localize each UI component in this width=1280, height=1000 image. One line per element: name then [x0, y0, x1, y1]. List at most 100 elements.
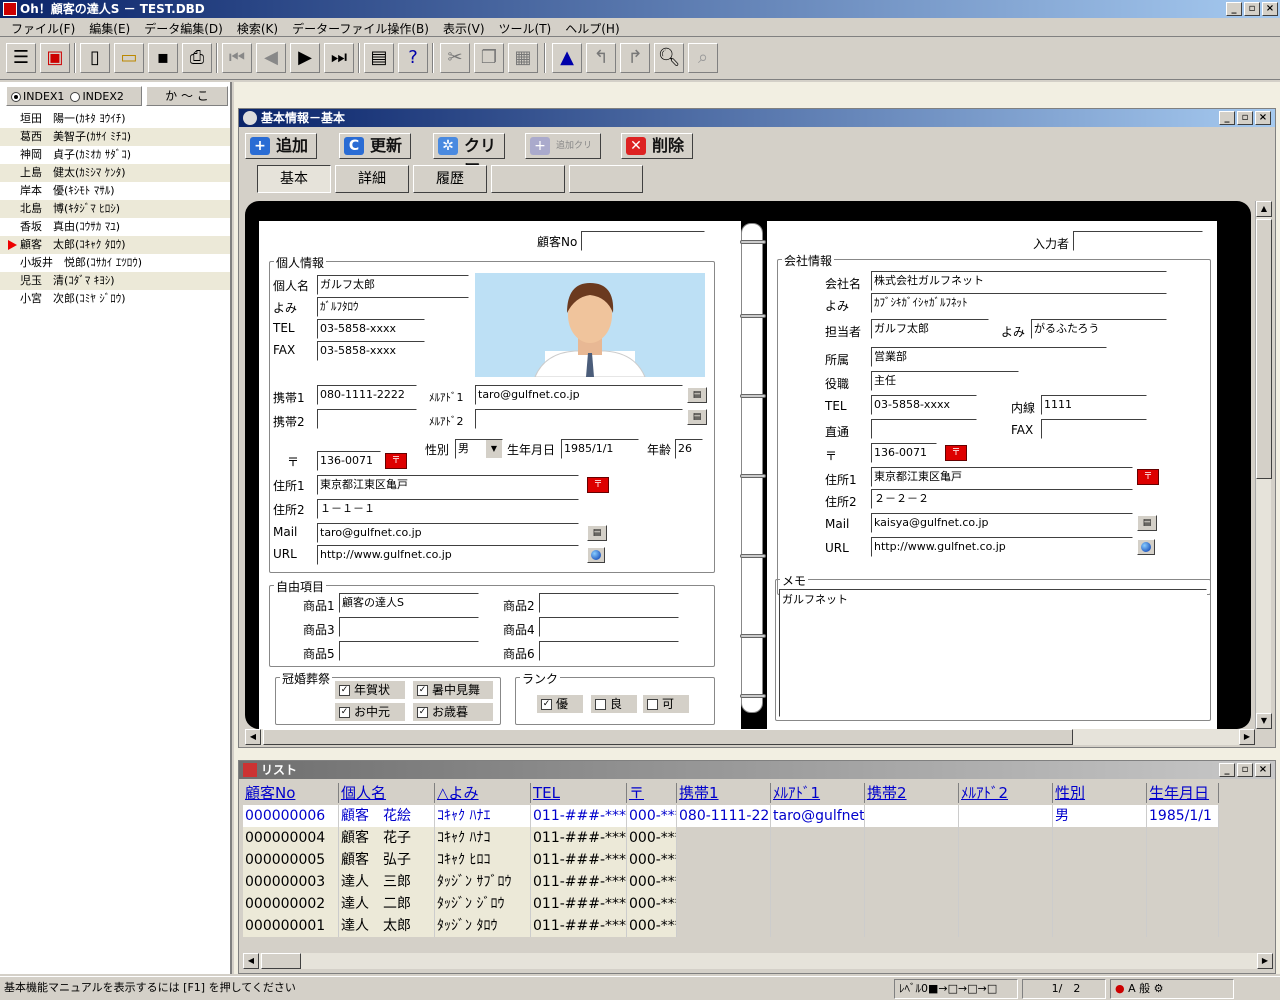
age-field[interactable]: 26 [675, 439, 703, 459]
addr1-field[interactable]: 東京都江東区亀戸 [317, 475, 579, 495]
chevron-down-icon[interactable]: ▼ [486, 440, 502, 458]
tab-detail[interactable]: 詳細 [335, 165, 409, 193]
index1-radio[interactable]: INDEX1 [11, 90, 64, 103]
dept-field[interactable]: 営業部 [871, 347, 1107, 367]
customer-list-item[interactable]: 児玉 清(ｺﾀﾞﾏ ｷﾖｼ) [0, 272, 230, 290]
update-button[interactable]: C 更新 [339, 133, 411, 159]
checkbox-rank[interactable]: 可 [643, 695, 689, 713]
company-field[interactable]: 株式会社ガルフネット [871, 271, 1167, 291]
company-globe-icon[interactable] [1137, 539, 1155, 555]
menu-item[interactable]: 検索(K) [230, 18, 285, 36]
table-cell[interactable]: 011-###-**** [531, 915, 627, 937]
fax-field[interactable]: 03-5858-xxxx [317, 341, 425, 361]
table-cell[interactable]: 顧客 弘子 [339, 849, 435, 871]
list-scroll-thumb[interactable] [261, 953, 301, 969]
table-cell[interactable] [677, 871, 771, 893]
table-cell[interactable] [959, 915, 1053, 937]
menu-item[interactable]: ファイル(F) [4, 18, 82, 36]
table-cell[interactable]: 男 [1053, 805, 1147, 827]
table-cell[interactable] [865, 871, 959, 893]
table-cell[interactable]: 011-###-**** [531, 805, 627, 827]
table-cell[interactable] [1147, 849, 1219, 871]
checkbox-ceremony[interactable]: ✓ お中元 [335, 703, 405, 721]
zip-field[interactable]: 136-0071 [317, 451, 381, 471]
jump-back-icon[interactable]: ↰ [586, 43, 616, 73]
menu-item[interactable]: 編集(E) [82, 18, 137, 36]
checkbox-ceremony[interactable]: ✓ お歳暮 [413, 703, 493, 721]
table-cell[interactable]: 顧客 花子 [339, 827, 435, 849]
scroll-up-icon[interactable]: ▲ [1256, 201, 1272, 217]
delete-button[interactable]: ✕ 削除 [621, 133, 693, 159]
ext-field[interactable]: 1111 [1041, 395, 1147, 415]
print-icon[interactable]: ⎙ [182, 43, 212, 73]
scroll-right-icon[interactable]: ▶ [1239, 729, 1255, 745]
cmail-field[interactable]: kaisya@gulfnet.co.jp [871, 513, 1133, 533]
table-cell[interactable]: 000000005 [243, 849, 339, 871]
czip-lookup-icon[interactable]: 〒 [945, 445, 967, 461]
kana-range-button[interactable]: か ～ こ [146, 86, 228, 106]
cut-icon[interactable]: ✂ [440, 43, 470, 73]
basic-maximize-button[interactable]: ▫ [1237, 111, 1253, 125]
ctel-field[interactable]: 03-5858-xxxx [871, 395, 977, 415]
jump-forward-icon[interactable]: ↱ [620, 43, 650, 73]
open-folder-icon[interactable]: ▭ [114, 43, 144, 73]
copy-icon[interactable]: ❐ [474, 43, 504, 73]
customer-list-item[interactable]: 小坂井 悦郎(ｺｻｶｲ ｴﾂﾛｳ) [0, 254, 230, 272]
table-cell[interactable]: 達人 三郎 [339, 871, 435, 893]
table-cell[interactable] [771, 893, 865, 915]
menu-item[interactable]: データーファイル操作(B) [285, 18, 436, 36]
table-cell[interactable] [771, 849, 865, 871]
table-cell[interactable] [1147, 893, 1219, 915]
table-cell[interactable]: 1985/1/1 [1147, 805, 1219, 827]
table-cell[interactable]: 000-***8-xxxx [627, 805, 677, 827]
customer-list-item[interactable]: 香坂 真由(ｺｳｻｶ ﾏﾕ) [0, 218, 230, 236]
table-cell[interactable]: ﾀｯｼﾞﾝ ｼﾞﾛｳ [435, 893, 531, 915]
table-cell[interactable] [865, 827, 959, 849]
table-cell[interactable]: 011-###-**** [531, 893, 627, 915]
table-cell[interactable] [677, 849, 771, 871]
addr1-map-icon[interactable]: 〒 [587, 477, 609, 493]
browser-globe-icon[interactable] [587, 547, 605, 563]
mobile2-field[interactable] [317, 409, 417, 429]
list-column-header[interactable]: TEL [531, 783, 627, 803]
curl-field[interactable]: http://www.gulfnet.co.jp [871, 537, 1133, 557]
table-cell[interactable]: 000000001 [243, 915, 339, 937]
search-next-icon[interactable]: ⌕ [688, 43, 718, 73]
table-cell[interactable] [865, 893, 959, 915]
table-cell[interactable] [1147, 915, 1219, 937]
list-column-header[interactable]: 生年月日 [1147, 783, 1219, 803]
add-button[interactable]: + 追加 [245, 133, 317, 159]
mail2-field[interactable] [475, 409, 683, 429]
table-cell[interactable]: ﾀｯｼﾞﾝ ｻﾌﾞﾛｳ [435, 871, 531, 893]
list-column-header[interactable]: 顧客No [243, 783, 339, 803]
table-cell[interactable] [1147, 871, 1219, 893]
customer-list-item[interactable]: 神岡 貞子(ｶﾐｵｶ ｻﾀﾞｺ) [0, 146, 230, 164]
prod1-field[interactable]: 顧客の達人S [339, 593, 479, 613]
table-cell[interactable]: 080-1111-2222 [677, 805, 771, 827]
checkbox-ceremony[interactable]: ✓ 年賀状 [335, 681, 405, 699]
staff-yomi-field[interactable]: がるふたろう [1031, 319, 1167, 339]
checkbox-ceremony[interactable]: ✓ 暑中見舞 [413, 681, 493, 699]
table-cell[interactable]: 011-###-**** [531, 849, 627, 871]
prod2-field[interactable] [539, 593, 679, 613]
customer-list-item[interactable]: 葛西 美智子(ｶｻｲ ﾐﾁｺ) [0, 128, 230, 146]
caddr1-field[interactable]: 東京都江東区亀戸 [871, 467, 1133, 487]
scroll-down-icon[interactable]: ▼ [1256, 713, 1272, 729]
horizontal-scroll-thumb[interactable] [263, 729, 1073, 745]
customer-list-item[interactable]: 顧客 太郎(ｺｷｬｸ ﾀﾛｳ) [0, 236, 230, 254]
index2-radio[interactable]: INDEX2 [70, 90, 124, 103]
addr2-field[interactable]: １－１－１ [317, 499, 579, 519]
table-cell[interactable] [1147, 827, 1219, 849]
table-cell[interactable] [865, 915, 959, 937]
mail2-send-icon[interactable]: ▤ [687, 409, 707, 425]
table-cell[interactable] [771, 915, 865, 937]
table-cell[interactable] [959, 849, 1053, 871]
table-cell[interactable] [959, 893, 1053, 915]
table-cell[interactable]: ﾀｯｼﾞﾝ ﾀﾛｳ [435, 915, 531, 937]
table-cell[interactable] [959, 805, 1053, 827]
help-book-icon[interactable]: ? [398, 43, 428, 73]
tab-basic[interactable]: 基本 [257, 165, 331, 193]
mail1-field[interactable]: taro@gulfnet.co.jp [475, 385, 683, 405]
table-cell[interactable]: 011-###-**** [531, 827, 627, 849]
prev-record-icon[interactable]: ◀ [256, 43, 286, 73]
